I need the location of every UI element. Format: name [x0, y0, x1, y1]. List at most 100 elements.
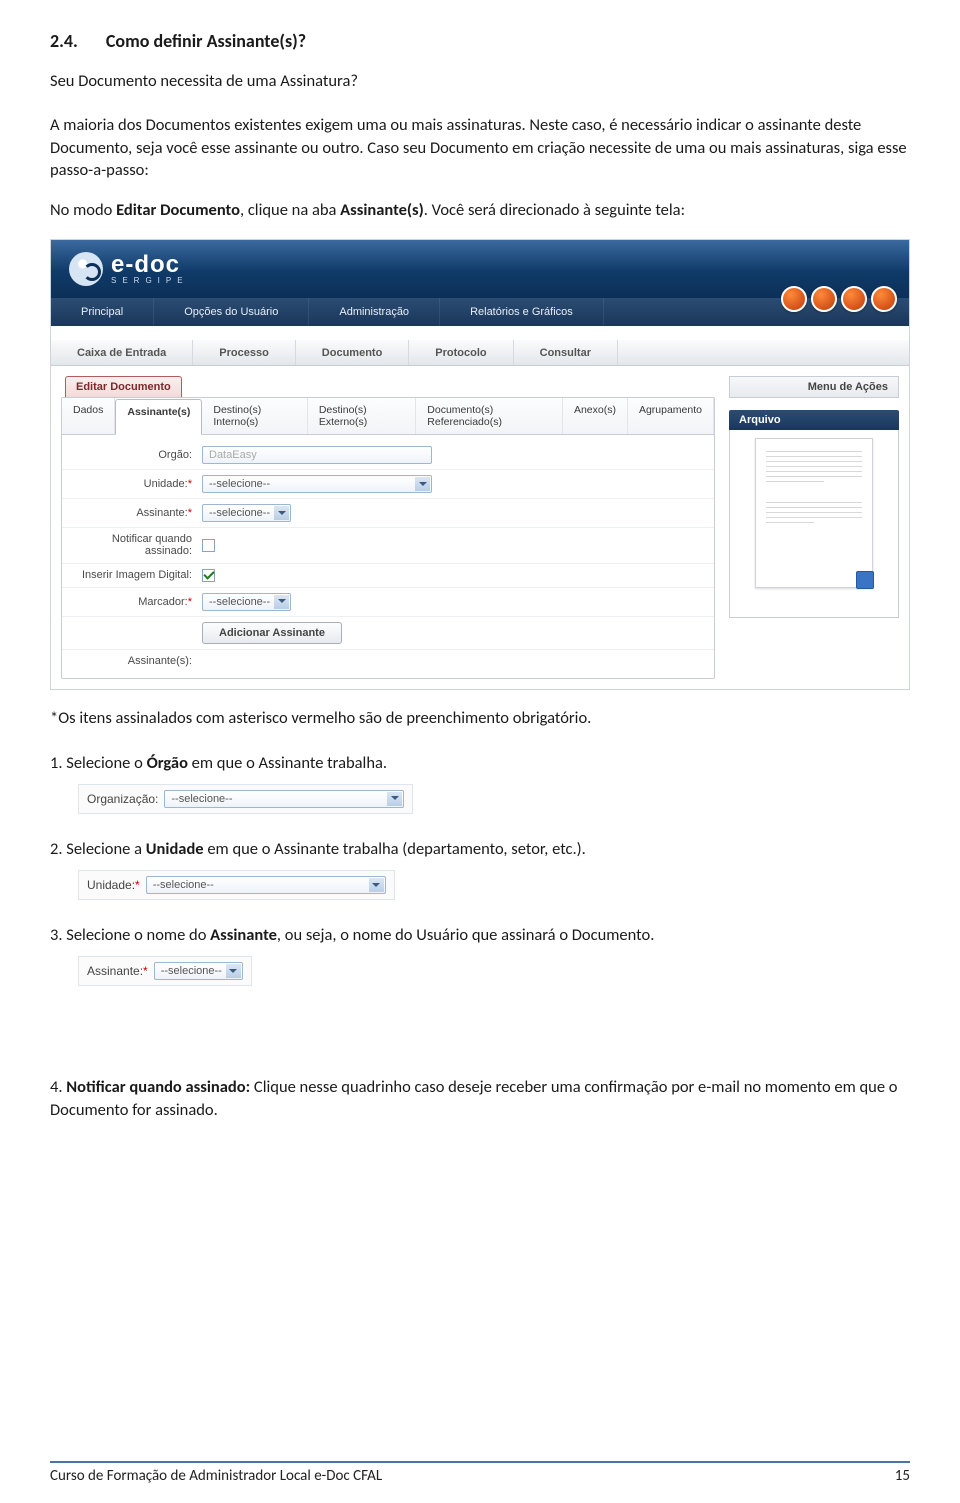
nav-relatorios[interactable]: Relatórios e Gráficos [440, 298, 604, 326]
logo-icon [69, 252, 103, 286]
arquivo-panel [729, 430, 899, 618]
text-bold: Notificar quando assinado: [66, 1077, 250, 1097]
checkbox-imagem-digital[interactable] [202, 569, 215, 582]
text-fragment: Marcador: [138, 596, 188, 608]
row-unidade: Unidade:* --selecione-- [62, 470, 714, 499]
select-value: --selecione-- [171, 793, 232, 805]
logo-text-big: e-doc [111, 253, 189, 277]
document-thumbnail[interactable] [755, 438, 873, 588]
text-fragment: 3. Selecione o nome do [50, 925, 210, 945]
word-icon [856, 571, 874, 589]
step-1: 1. Selecione o Órgão em que o Assinante … [50, 752, 910, 774]
app-header: e-doc SERGIPE [51, 240, 909, 298]
subtab-doc-referenciados[interactable]: Documento(s) Referenciado(s) [416, 398, 563, 434]
subtab-agrupamento[interactable]: Agrupamento [628, 398, 714, 434]
label-marcador: Marcador:* [72, 596, 192, 608]
text-bold: Órgão [147, 753, 188, 773]
snapshot-label: Organização: [87, 792, 158, 806]
required-asterisk: * [188, 596, 192, 608]
subtab-destino-externo[interactable]: Destino(s) Externo(s) [308, 398, 416, 434]
add-assinante-button[interactable]: Adicionar Assinante [202, 622, 342, 644]
chevron-down-icon [274, 595, 289, 609]
step-2: 2. Selecione a Unidade em que o Assinant… [50, 838, 910, 860]
logo-text-small: SERGIPE [111, 277, 189, 285]
text-fragment: , ou seja, o nome do Usuário que assinar… [277, 925, 654, 945]
row-orgao: Orgão: DataEasy [62, 441, 714, 470]
chevron-down-icon [387, 792, 402, 806]
section-heading: 2.4. Como definir Assinante(s)? [50, 30, 910, 52]
select-assinante[interactable]: --selecione-- [202, 504, 291, 522]
text-fragment: Unidade: [87, 878, 135, 892]
label-assinante: Assinante:* [72, 507, 192, 519]
label-imagem-digital: Inserir Imagem Digital: [72, 569, 192, 581]
label-notificar: Notificar quando assinado: [72, 533, 192, 557]
page-number: 15 [895, 1467, 910, 1485]
form-tabs: Dados Assinante(s) Destino(s) Interno(s)… [62, 398, 714, 435]
select-value: --selecione-- [209, 478, 270, 490]
chevron-down-icon [226, 964, 241, 978]
select-assinante-snap[interactable]: --selecione-- [154, 962, 243, 980]
row-notificar: Notificar quando assinado: [62, 528, 714, 563]
section-number: 2.4. [50, 30, 78, 52]
subtab-assinantes[interactable]: Assinante(s) [115, 399, 202, 435]
select-orgao[interactable]: DataEasy [202, 446, 432, 464]
select-value: --selecione-- [161, 965, 222, 977]
snapshot-organizacao: Organização: --selecione-- [78, 784, 413, 814]
text-bold: Unidade [146, 839, 204, 859]
nav-consultar[interactable]: Consultar [514, 340, 618, 365]
form-panel: Dados Assinante(s) Destino(s) Interno(s)… [61, 397, 715, 678]
menu-acoes-header[interactable]: Menu de Ações [729, 376, 899, 398]
required-asterisk: * [135, 878, 140, 892]
required-note: *Os itens assinalados com asterisco verm… [50, 708, 910, 728]
select-organizacao[interactable]: --selecione-- [164, 790, 404, 808]
text-fragment: 4. [50, 1077, 66, 1097]
home-icon[interactable] [781, 286, 807, 312]
subtab-destino-interno[interactable]: Destino(s) Interno(s) [202, 398, 307, 434]
text-fragment: 2. Selecione a [50, 839, 146, 859]
select-value: --selecione-- [209, 596, 270, 608]
app-logo: e-doc SERGIPE [69, 252, 189, 286]
nav-protocolo[interactable]: Protocolo [409, 340, 513, 365]
select-unidade[interactable]: --selecione-- [202, 475, 432, 493]
step-4: 4. Notificar quando assinado: Clique nes… [50, 1076, 910, 1121]
footer-course-title: Curso de Formação de Administrador Local… [50, 1467, 382, 1485]
chevron-down-icon [369, 878, 384, 892]
arquivo-header: Arquivo [729, 410, 899, 430]
text-fragment: , clique na aba [240, 200, 340, 220]
text-fragment: em que o Assinante trabalha (departament… [204, 839, 586, 859]
secondary-nav: Caixa de Entrada Processo Documento Prot… [51, 340, 909, 366]
tab-editar-documento[interactable]: Editar Documento [65, 376, 182, 397]
nav-processo[interactable]: Processo [193, 340, 296, 365]
page-footer: Curso de Formação de Administrador Local… [50, 1461, 910, 1485]
step-3: 3. Selecione o nome do Assinante, ou sej… [50, 924, 910, 946]
nav-opcoes-usuario[interactable]: Opções do Usuário [154, 298, 309, 326]
snapshot-unidade: Unidade:* --selecione-- [78, 870, 395, 900]
nav-documento[interactable]: Documento [296, 340, 410, 365]
select-value: --selecione-- [209, 507, 270, 519]
subtab-anexos[interactable]: Anexo(s) [563, 398, 628, 434]
chevron-down-icon [415, 477, 430, 491]
row-adicionar: Adicionar Assinante [62, 617, 714, 650]
select-value: --selecione-- [153, 879, 214, 891]
nav-principal[interactable]: Principal [51, 298, 154, 326]
checkbox-notificar[interactable] [202, 539, 215, 552]
text-fragment: 1. Selecione o [50, 753, 147, 773]
nav-caixa-entrada[interactable]: Caixa de Entrada [51, 340, 193, 365]
chevron-down-icon [274, 506, 289, 520]
text-fragment: Unidade: [144, 478, 188, 490]
section-title: Como definir Assinante(s)? [106, 30, 306, 52]
snapshot-label: Unidade:* [87, 878, 140, 892]
required-asterisk: * [188, 507, 192, 519]
text-fragment: Assinante: [87, 964, 143, 978]
label-orgao: Orgão: [72, 449, 192, 461]
select-marcador[interactable]: --selecione-- [202, 593, 291, 611]
help-icon[interactable] [841, 286, 867, 312]
select-value: DataEasy [209, 449, 257, 461]
nav-administracao[interactable]: Administração [309, 298, 440, 326]
exit-icon[interactable] [871, 286, 897, 312]
print-icon[interactable] [811, 286, 837, 312]
select-unidade-snap[interactable]: --selecione-- [146, 876, 386, 894]
row-assinantes-list: Assinante(s): [62, 650, 714, 672]
subtab-dados[interactable]: Dados [62, 398, 115, 434]
row-assinante: Assinante:* --selecione-- [62, 499, 714, 528]
